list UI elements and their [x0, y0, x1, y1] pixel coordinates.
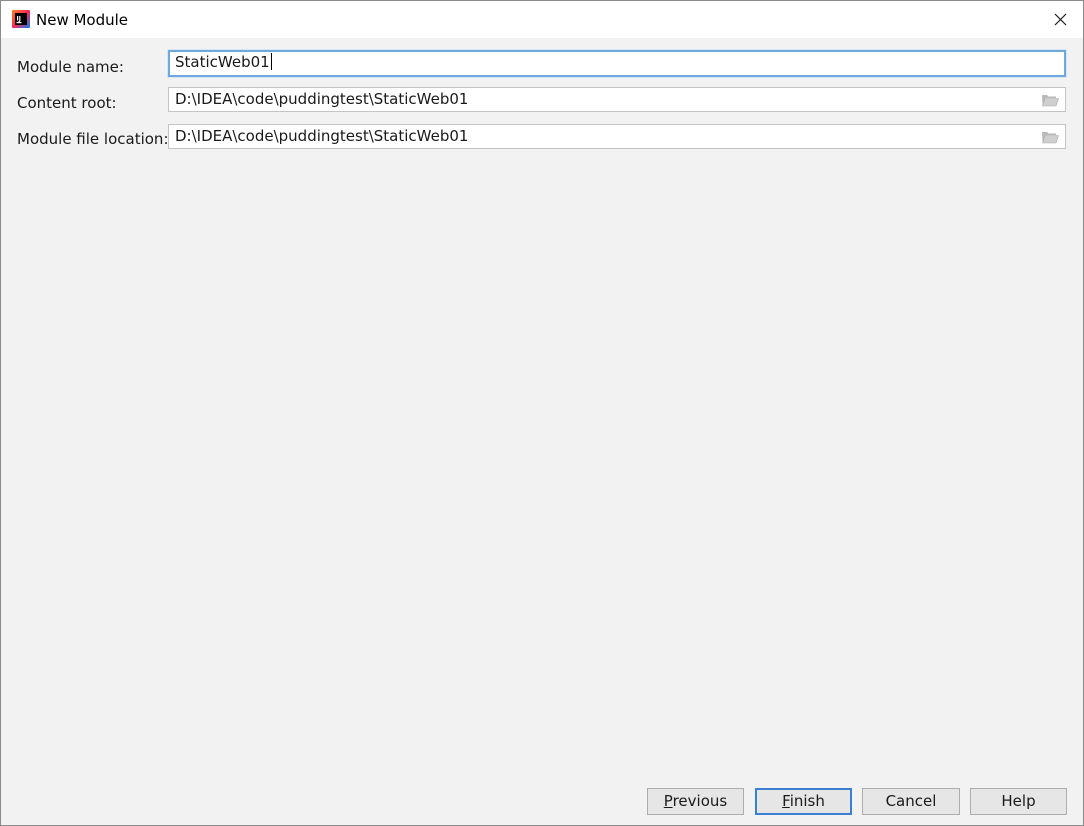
cancel-button[interactable]: Cancel	[862, 788, 960, 815]
module-file-location-input[interactable]: D:\IDEA\code\puddingtest\StaticWeb01	[168, 124, 1066, 149]
finish-mnemonic: F	[782, 792, 790, 810]
cancel-label: Cancel	[885, 792, 937, 810]
title-bar: IJ New Module	[1, 1, 1083, 38]
text-caret	[270, 53, 272, 70]
module-file-location-label: Module file location:	[17, 130, 169, 148]
content-root-input[interactable]: D:\IDEA\code\puddingtest\StaticWeb01	[168, 87, 1066, 112]
close-icon	[1054, 13, 1066, 26]
previous-mnemonic: P	[663, 792, 673, 810]
folder-open-icon[interactable]	[1041, 130, 1059, 144]
finish-button[interactable]: Finish	[755, 788, 852, 815]
previous-button[interactable]: Previous	[647, 788, 744, 815]
close-button[interactable]	[1037, 1, 1083, 38]
finish-label: inish	[789, 792, 825, 810]
content-root-label: Content root:	[17, 94, 117, 112]
help-label: Help	[1001, 792, 1036, 810]
svg-text:IJ: IJ	[17, 16, 21, 23]
folder-open-icon[interactable]	[1041, 93, 1059, 107]
intellij-idea-icon: IJ	[12, 10, 30, 28]
module-name-input[interactable]: StaticWeb01	[168, 50, 1066, 77]
module-file-location-value: D:\IDEA\code\puddingtest\StaticWeb01	[175, 127, 469, 145]
help-button[interactable]: Help	[970, 788, 1067, 815]
module-name-label: Module name:	[17, 58, 124, 76]
previous-label: revious	[672, 792, 728, 810]
content-root-value: D:\IDEA\code\puddingtest\StaticWeb01	[175, 90, 469, 108]
window-title: New Module	[36, 11, 129, 29]
module-name-value: StaticWeb01	[175, 53, 270, 71]
new-module-dialog: IJ New Module Module name: StaticWeb01 C…	[0, 0, 1084, 826]
